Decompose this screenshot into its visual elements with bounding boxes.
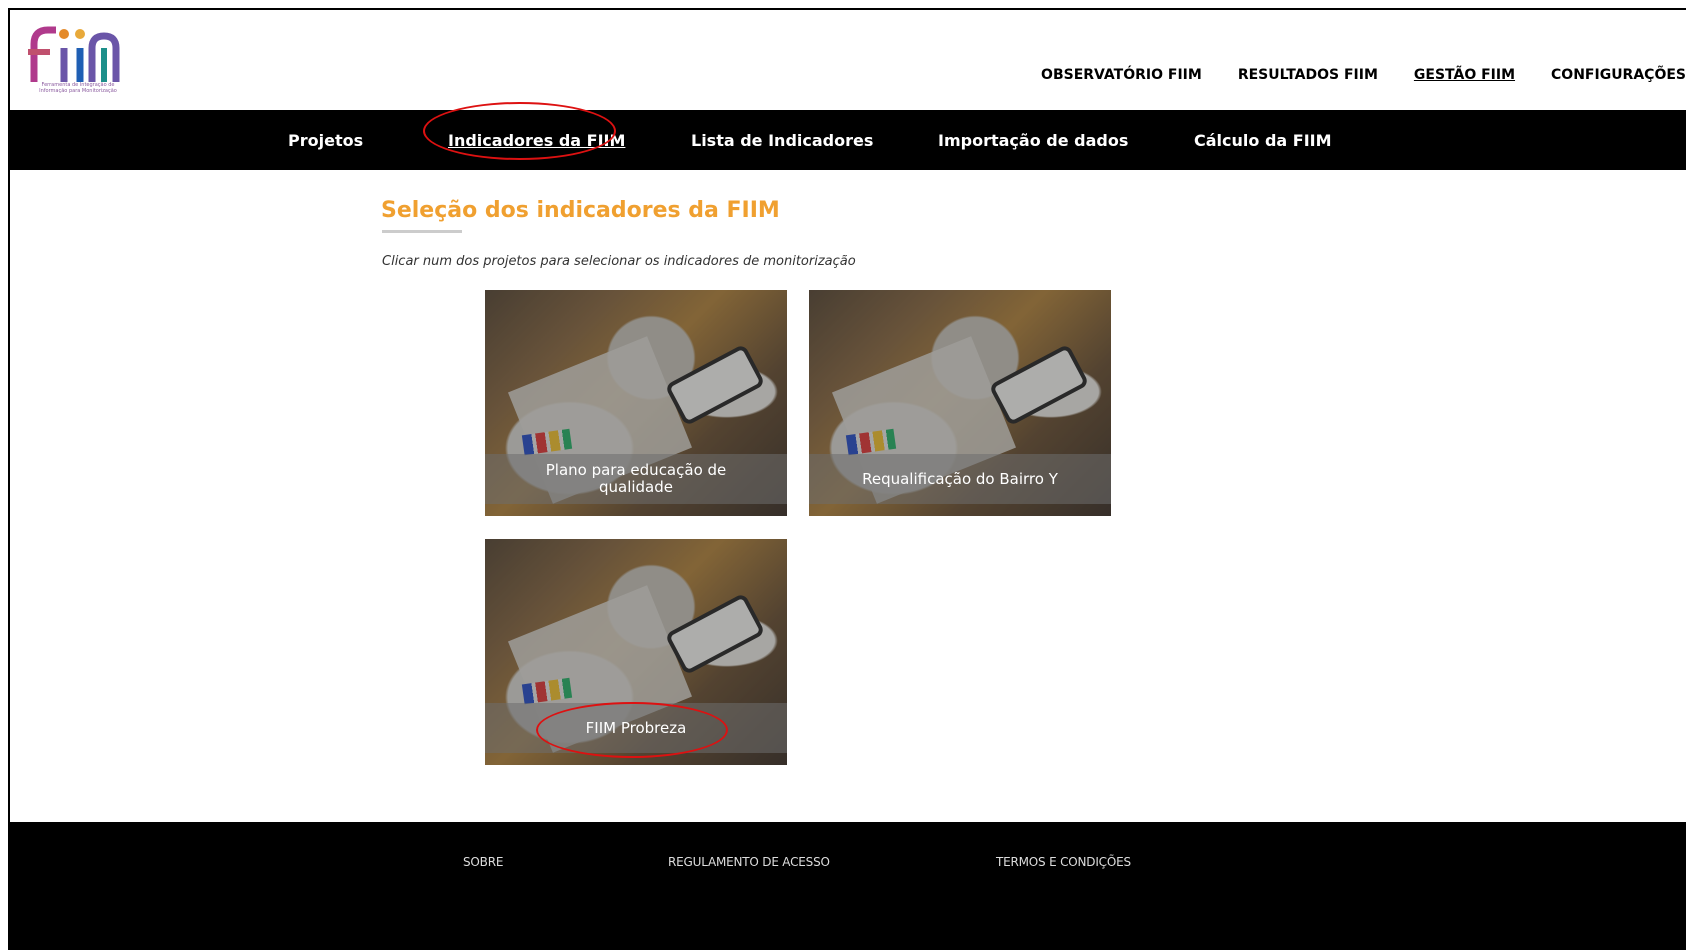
footer-link-termos[interactable]: TERMOS E CONDIÇÕES [996,855,1131,869]
footer-link-regulamento[interactable]: REGULAMENTO DE ACESSO [668,855,830,869]
project-card-title: Plano para educação de qualidade [545,461,727,496]
sub-nav-importacao-de-dados[interactable]: Importação de dados [938,131,1128,150]
sub-nav: Projetos Indicadores da FIIM Lista de In… [10,110,1686,170]
fiim-logo-mark [28,26,120,82]
top-header: Ferramenta de Integração de Informação p… [10,10,1686,110]
top-nav: OBSERVATÓRIO FIIM RESULTADOS FIIM GESTÃO… [1005,67,1686,83]
project-card[interactable]: Plano para educação de qualidade [485,290,787,516]
sub-nav-calculo-da-fiim[interactable]: Cálculo da FIIM [1194,131,1332,150]
project-card-caption: FIIM Probreza [485,703,787,753]
logo-subtitle: Ferramenta de Integração de Informação p… [39,82,117,94]
sub-nav-projetos[interactable]: Projetos [288,131,363,150]
footer-link-sobre[interactable]: SOBRE [463,855,503,869]
project-card-caption: Requalificação do Bairro Y [809,454,1111,504]
top-nav-resultados[interactable]: RESULTADOS FIIM [1238,67,1378,83]
sub-nav-lista-de-indicadores[interactable]: Lista de Indicadores [691,131,873,150]
project-card-title: FIIM Probreza [585,718,687,737]
project-card-caption: Plano para educação de qualidade [485,454,787,504]
title-divider [382,230,462,233]
top-nav-gestao[interactable]: GESTÃO FIIM [1414,67,1515,83]
top-nav-configuracoes[interactable]: CONFIGURAÇÕES [1551,67,1686,83]
sub-nav-indicadores-da-fiim[interactable]: Indicadores da FIIM [448,131,625,150]
top-nav-observatorio[interactable]: OBSERVATÓRIO FIIM [1041,67,1202,83]
project-card[interactable]: Requalificação do Bairro Y [809,290,1111,516]
project-card[interactable]: FIIM Probreza [485,539,787,765]
footer: SOBRE REGULAMENTO DE ACESSO TERMOS E CON… [10,822,1686,950]
project-card-title: Requalificação do Bairro Y [862,469,1058,488]
page-title: Seleção dos indicadores da FIIM [381,198,780,223]
page-hint: Clicar num dos projetos para selecionar … [382,254,856,269]
page-frame: Ferramenta de Integração de Informação p… [8,8,1686,950]
